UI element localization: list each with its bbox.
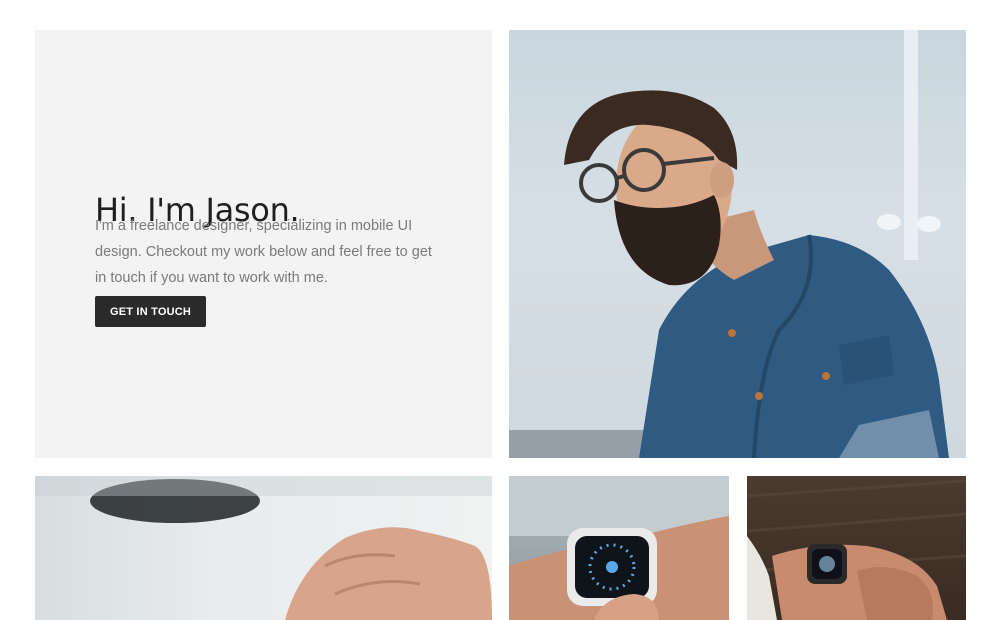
portrait-illustration [509,30,949,458]
hero-description: I'm a freelance designer, specializing i… [95,217,432,286]
laptop-illustration [35,476,492,620]
smartwatch-photo[interactable] [509,476,729,620]
hero-panel: Hi. I'm Jason. I'm a freelance designer,… [35,30,492,458]
hands-typing-photo[interactable] [35,476,492,620]
portrait-photo[interactable] [509,30,966,458]
watch-on-wood-photo[interactable] [747,476,966,620]
wood-watch-illustration [747,479,966,620]
smartwatch-illustration [509,476,729,620]
get-in-touch-button[interactable]: GET IN TOUCH [95,296,206,327]
